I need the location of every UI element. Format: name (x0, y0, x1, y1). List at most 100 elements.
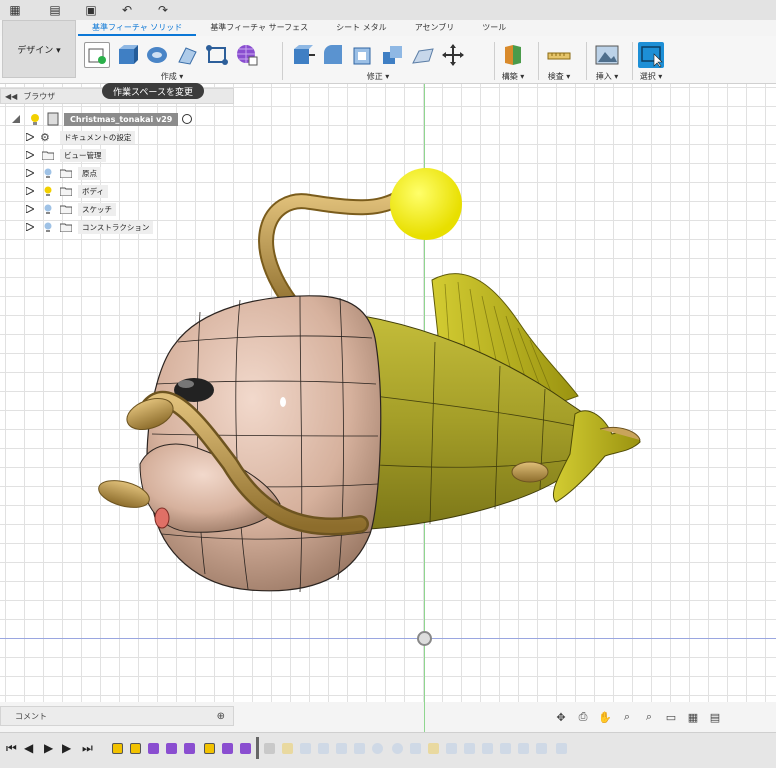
timeline-suppressed-feature-icon[interactable] (556, 743, 567, 754)
root-document-label[interactable]: Christmas_tonakai v29 (64, 112, 179, 126)
activate-radio-icon[interactable] (182, 114, 193, 124)
expand-triangle-icon[interactable] (26, 187, 34, 195)
step-back-icon[interactable]: ◀ (24, 741, 33, 755)
fit-icon[interactable]: ⌕ (641, 710, 657, 724)
select-group-label[interactable]: 選択 ▾ (638, 71, 664, 82)
go-to-end-icon[interactable]: ⏭ (82, 741, 93, 756)
tree-item-construction[interactable]: コンストラクション (26, 218, 154, 236)
press-pull-icon[interactable] (290, 42, 316, 68)
play-icon[interactable]: ▶ (44, 741, 53, 755)
file-menu-icon[interactable]: ▤ (46, 2, 64, 18)
tab-solid[interactable]: 基準フィーチャ ソリッド (78, 20, 197, 36)
scale-icon[interactable] (410, 42, 436, 68)
go-to-start-icon[interactable]: ⏮ (6, 741, 17, 756)
inspect-group-label[interactable]: 検査 ▾ (546, 71, 572, 82)
visibility-bulb-icon[interactable] (28, 112, 42, 126)
timeline-suppressed-feature-icon[interactable] (464, 743, 475, 754)
timeline-suppressed-feature-icon[interactable] (428, 743, 439, 754)
revolve-icon[interactable] (144, 42, 170, 68)
select-icon[interactable] (638, 42, 664, 68)
expand-triangle-icon[interactable] (26, 151, 34, 159)
timeline-sketch-icon[interactable] (204, 743, 215, 754)
orbit-icon[interactable]: ✥ (553, 710, 569, 724)
tab-tools[interactable]: ツール (468, 20, 520, 36)
workspace-switcher-button[interactable]: デザイン ▾ (2, 20, 76, 78)
step-forward-icon[interactable]: ▶ (62, 741, 71, 755)
display-settings-icon[interactable]: ▭ (663, 710, 679, 724)
timeline-marker[interactable] (256, 737, 259, 759)
create-sketch-icon[interactable] (84, 42, 110, 68)
ribbon-separator (282, 42, 283, 80)
anglerfish-model[interactable] (0, 84, 776, 702)
timeline-suppressed-feature-icon[interactable] (410, 743, 421, 754)
tree-item-label: ビュー管理 (60, 148, 106, 162)
expand-triangle-icon[interactable] (26, 205, 34, 213)
viewports-icon[interactable]: ▤ (707, 710, 723, 724)
expand-triangle-icon[interactable] (26, 133, 34, 141)
tab-surface[interactable]: 基準フィーチャ サーフェス (196, 20, 322, 36)
add-comment-icon[interactable]: ⊕ (217, 711, 225, 722)
visibility-bulb-icon[interactable] (42, 167, 54, 179)
tab-sheet-metal[interactable]: シート メタル (322, 20, 401, 36)
visibility-bulb-icon[interactable] (42, 203, 54, 215)
undo-icon[interactable]: ↶ (118, 2, 136, 18)
tree-item-named-views[interactable]: ビュー管理 (26, 146, 106, 164)
modify-group-label[interactable]: 修正 ▾ (290, 71, 466, 82)
tab-assembly[interactable]: アセンブリ (401, 20, 469, 36)
grid-settings-icon[interactable]: ▦ (685, 710, 701, 724)
visibility-bulb-icon[interactable] (42, 185, 54, 197)
tree-root[interactable]: Christmas_tonakai v29 (12, 110, 193, 128)
sweep-icon[interactable] (174, 42, 200, 68)
timeline-suppressed-feature-icon[interactable] (500, 743, 511, 754)
shell-icon[interactable] (350, 42, 376, 68)
ribbon-separator (494, 42, 495, 80)
tree-item-origin[interactable]: 原点 (26, 164, 101, 182)
combine-icon[interactable] (380, 42, 406, 68)
mesh-sphere-icon[interactable] (234, 42, 260, 68)
timeline-suppressed-feature-icon[interactable] (354, 743, 365, 754)
timeline-suppressed-feature-icon[interactable] (300, 743, 311, 754)
timeline-form-icon[interactable] (148, 743, 159, 754)
timeline-suppressed-feature-icon[interactable] (264, 743, 275, 754)
move-icon[interactable] (440, 42, 466, 68)
timeline-suppressed-feature-icon[interactable] (318, 743, 329, 754)
pan-icon[interactable]: ✋ (597, 710, 613, 724)
timeline-form-icon[interactable] (166, 743, 177, 754)
tree-item-bodies[interactable]: ボディ (26, 182, 108, 200)
timeline-suppressed-feature-icon[interactable] (536, 743, 547, 754)
insert-group-label[interactable]: 挿入 ▾ (594, 71, 620, 82)
collapse-triangle-icon[interactable] (12, 115, 20, 123)
create-group-label[interactable]: 作成 ▾ (84, 71, 260, 82)
zoom-icon[interactable]: ⌕ (619, 710, 635, 724)
form-icon[interactable] (204, 42, 230, 68)
timeline-suppressed-feature-icon[interactable] (446, 743, 457, 754)
expand-triangle-icon[interactable] (26, 169, 34, 177)
timeline-suppressed-feature-icon[interactable] (336, 743, 347, 754)
timeline-suppressed-feature-icon[interactable] (392, 743, 403, 754)
redo-icon[interactable]: ↷ (154, 2, 172, 18)
app-grid-icon[interactable]: ▦ (6, 2, 24, 18)
expand-triangle-icon[interactable] (26, 223, 34, 231)
timeline-form-icon[interactable] (222, 743, 233, 754)
timeline-form-icon[interactable] (184, 743, 195, 754)
measure-icon[interactable] (546, 42, 572, 68)
timeline-form-icon[interactable] (240, 743, 251, 754)
timeline-sketch-icon[interactable] (112, 743, 123, 754)
extrude-icon[interactable] (114, 42, 140, 68)
look-at-icon[interactable]: ⎙ (575, 710, 591, 724)
tree-item-document-settings[interactable]: ⚙ ドキュメントの設定 (26, 128, 136, 146)
timeline-sketch-icon[interactable] (130, 743, 141, 754)
visibility-bulb-icon[interactable] (42, 221, 54, 233)
timeline-suppressed-feature-icon[interactable] (482, 743, 493, 754)
collapse-icon[interactable]: ◀◀ (5, 92, 17, 101)
construct-group-label[interactable]: 構築 ▾ (500, 71, 526, 82)
fillet-icon[interactable] (320, 42, 346, 68)
save-icon[interactable]: ▣ (82, 2, 100, 18)
offset-plane-icon[interactable] (500, 42, 526, 68)
timeline-suppressed-feature-icon[interactable] (372, 743, 383, 754)
insert-image-icon[interactable] (594, 42, 620, 68)
tree-item-sketches[interactable]: スケッチ (26, 200, 116, 218)
timeline-suppressed-feature-icon[interactable] (518, 743, 529, 754)
timeline-suppressed-feature-icon[interactable] (282, 743, 293, 754)
comments-panel[interactable]: コメント ⊕ (0, 706, 234, 726)
